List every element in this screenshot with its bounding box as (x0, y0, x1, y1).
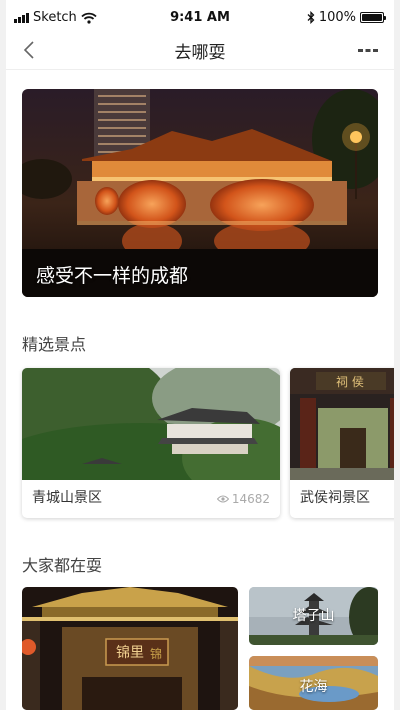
tile-huahai[interactable]: 花海 (249, 656, 378, 710)
spot-card-wuhou[interactable]: 祠 侯 武侯祠景区 (290, 368, 394, 518)
tile-image: 锦里 锦 (22, 587, 238, 710)
popular-title: 大家都在耍 (22, 556, 103, 575)
status-bar: Sketch 9:41 AM 100% (6, 0, 394, 34)
battery-icon (360, 12, 386, 23)
eye-icon (216, 495, 229, 503)
battery-percent: 100% (318, 10, 356, 25)
status-right: 100% (307, 10, 386, 25)
spot-name: 青城山景区 (32, 490, 102, 506)
spot-name: 武侯祠景区 (300, 490, 370, 506)
tile-label: 塔子山 (292, 608, 335, 624)
featured-title: 精选景点 (22, 335, 87, 354)
hero-caption: 感受不一样的成都 (36, 265, 189, 287)
more-dots-icon[interactable] (356, 42, 380, 58)
tile-tazishan[interactable]: 塔子山 (249, 587, 378, 645)
jinli-sign: 锦里 (116, 644, 144, 661)
nav-bar: 去哪耍 (6, 32, 394, 70)
spot-image (22, 368, 280, 480)
spot-card-qingcheng[interactable]: 青城山景区 14682 (22, 368, 280, 518)
spot-image: 祠 侯 (290, 368, 394, 480)
view-count-value: 14682 (231, 492, 270, 506)
tile-jinli[interactable]: 锦里 锦 (22, 587, 238, 710)
jinli-sign-char: 锦 (150, 647, 162, 661)
hero-banner[interactable]: 感受不一样的成都 (22, 89, 378, 297)
phone-screen: Sketch 9:41 AM 100% 去哪耍 感受不一样的成都 精选景点 青城… (6, 0, 394, 710)
svg-text:祠 侯: 祠 侯 (336, 375, 364, 389)
bluetooth-icon (307, 11, 315, 24)
tile-label: 花海 (299, 679, 328, 695)
page-title: 去哪耍 (174, 43, 226, 63)
view-count: 14682 (216, 492, 270, 506)
